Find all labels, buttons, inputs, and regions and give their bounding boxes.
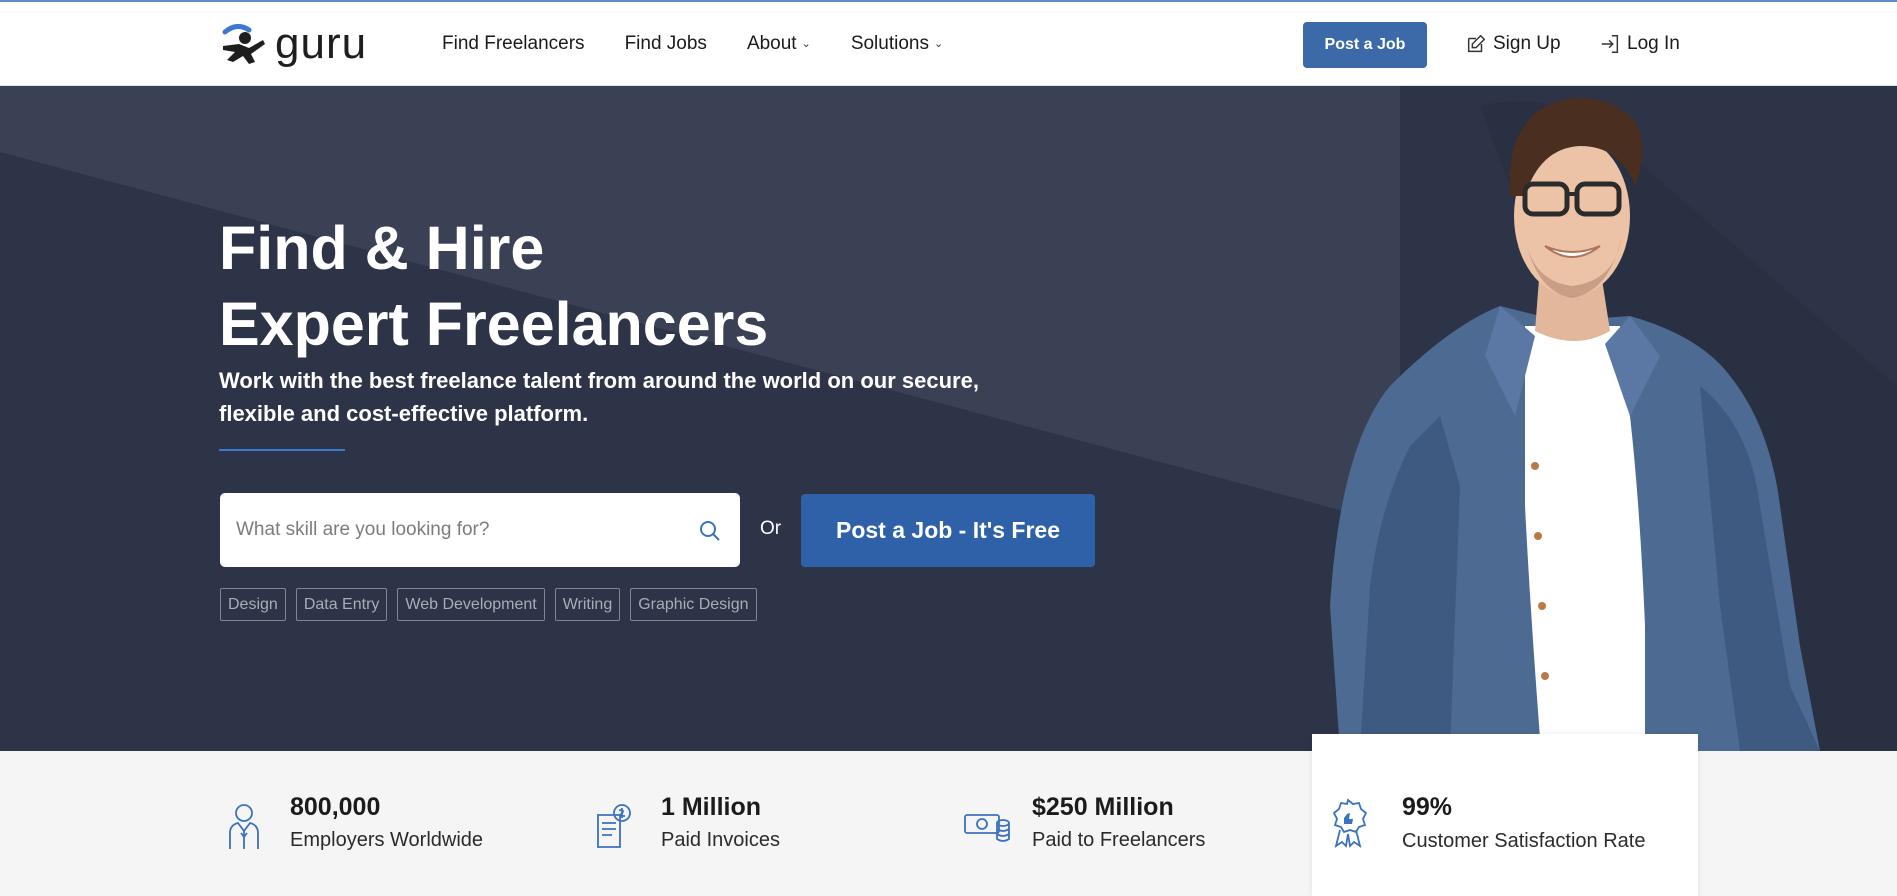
tag-graphic-design[interactable]: Graphic Design <box>630 588 757 621</box>
nav-label: Find Freelancers <box>442 33 585 54</box>
nav-label: Find Jobs <box>624 33 707 54</box>
chevron-down-icon: ⌄ <box>801 37 811 50</box>
post-job-button[interactable]: Post a Job <box>1303 22 1427 68</box>
money-icon <box>964 814 1010 842</box>
or-separator: Or <box>760 518 782 539</box>
popular-skill-tags: Design Data Entry Web Development Writin… <box>220 588 757 621</box>
hero-title-line: Find & Hire <box>219 214 545 282</box>
nav-label: Solutions <box>850 33 929 54</box>
sign-up-label: Sign Up <box>1493 33 1561 54</box>
tag-writing[interactable]: Writing <box>554 588 621 621</box>
employer-icon <box>229 804 259 849</box>
hero-section: Find & Hire Expert Freelancers Work with… <box>0 86 1897 751</box>
tag-data-entry[interactable]: Data Entry <box>295 588 388 621</box>
nav-solutions[interactable]: Solutions ⌄ <box>851 33 943 55</box>
hero-subtitle: Work with the best freelance talent from… <box>219 368 979 426</box>
guru-logo-icon <box>222 24 265 64</box>
stat-label: Paid to Freelancers <box>1032 829 1206 851</box>
stat-label: Paid Invoices <box>661 829 780 851</box>
hero-title-line: Expert Freelancers <box>219 290 769 358</box>
stat-satisfaction-card: 99% Customer Satisfaction Rate <box>1312 734 1698 896</box>
logo-wordmark: guru <box>275 19 368 68</box>
edit-icon <box>1467 34 1486 53</box>
nav-about[interactable]: About ⌄ <box>747 33 811 55</box>
hero-divider <box>219 449 345 451</box>
post-job-free-button[interactable]: Post a Job - It's Free <box>801 494 1095 567</box>
stat-value: 800,000 <box>290 793 381 821</box>
login-icon <box>1601 35 1619 53</box>
stat-value: 1 Million <box>661 793 761 821</box>
main-nav: Find Freelancers Find Jobs About ⌄ Soluti… <box>442 2 943 86</box>
stat-label: Employers Worldwide <box>290 829 484 851</box>
chevron-down-icon: ⌄ <box>933 37 944 50</box>
tag-design[interactable]: Design <box>220 588 286 621</box>
stat-label: Customer Satisfaction Rate <box>1402 830 1646 852</box>
award-badge-icon <box>1332 798 1368 848</box>
hero-person-image <box>1330 97 1897 751</box>
invoice-icon <box>597 804 631 848</box>
nav-find-freelancers[interactable]: Find Freelancers <box>442 33 585 55</box>
site-header: guru Find Freelancers Find Jobs About ⌄ S… <box>0 2 1897 86</box>
stat-value: 99% <box>1402 793 1453 821</box>
stat-value: $250 Million <box>1032 793 1174 821</box>
skill-search-input[interactable] <box>236 519 676 541</box>
nav-label: About <box>746 33 797 54</box>
sign-up-link[interactable]: Sign Up <box>1465 2 1561 86</box>
log-in-link[interactable]: Log In <box>1599 2 1680 86</box>
skill-search-box <box>220 493 740 567</box>
hero-title: Find & Hire Expert Freelancers <box>219 210 768 362</box>
tag-web-development[interactable]: Web Development <box>397 588 545 621</box>
guru-logo[interactable]: guru <box>219 22 385 66</box>
search-icon[interactable] <box>698 519 722 543</box>
nav-find-jobs[interactable]: Find Jobs <box>625 33 707 55</box>
log-in-label: Log In <box>1627 33 1680 54</box>
